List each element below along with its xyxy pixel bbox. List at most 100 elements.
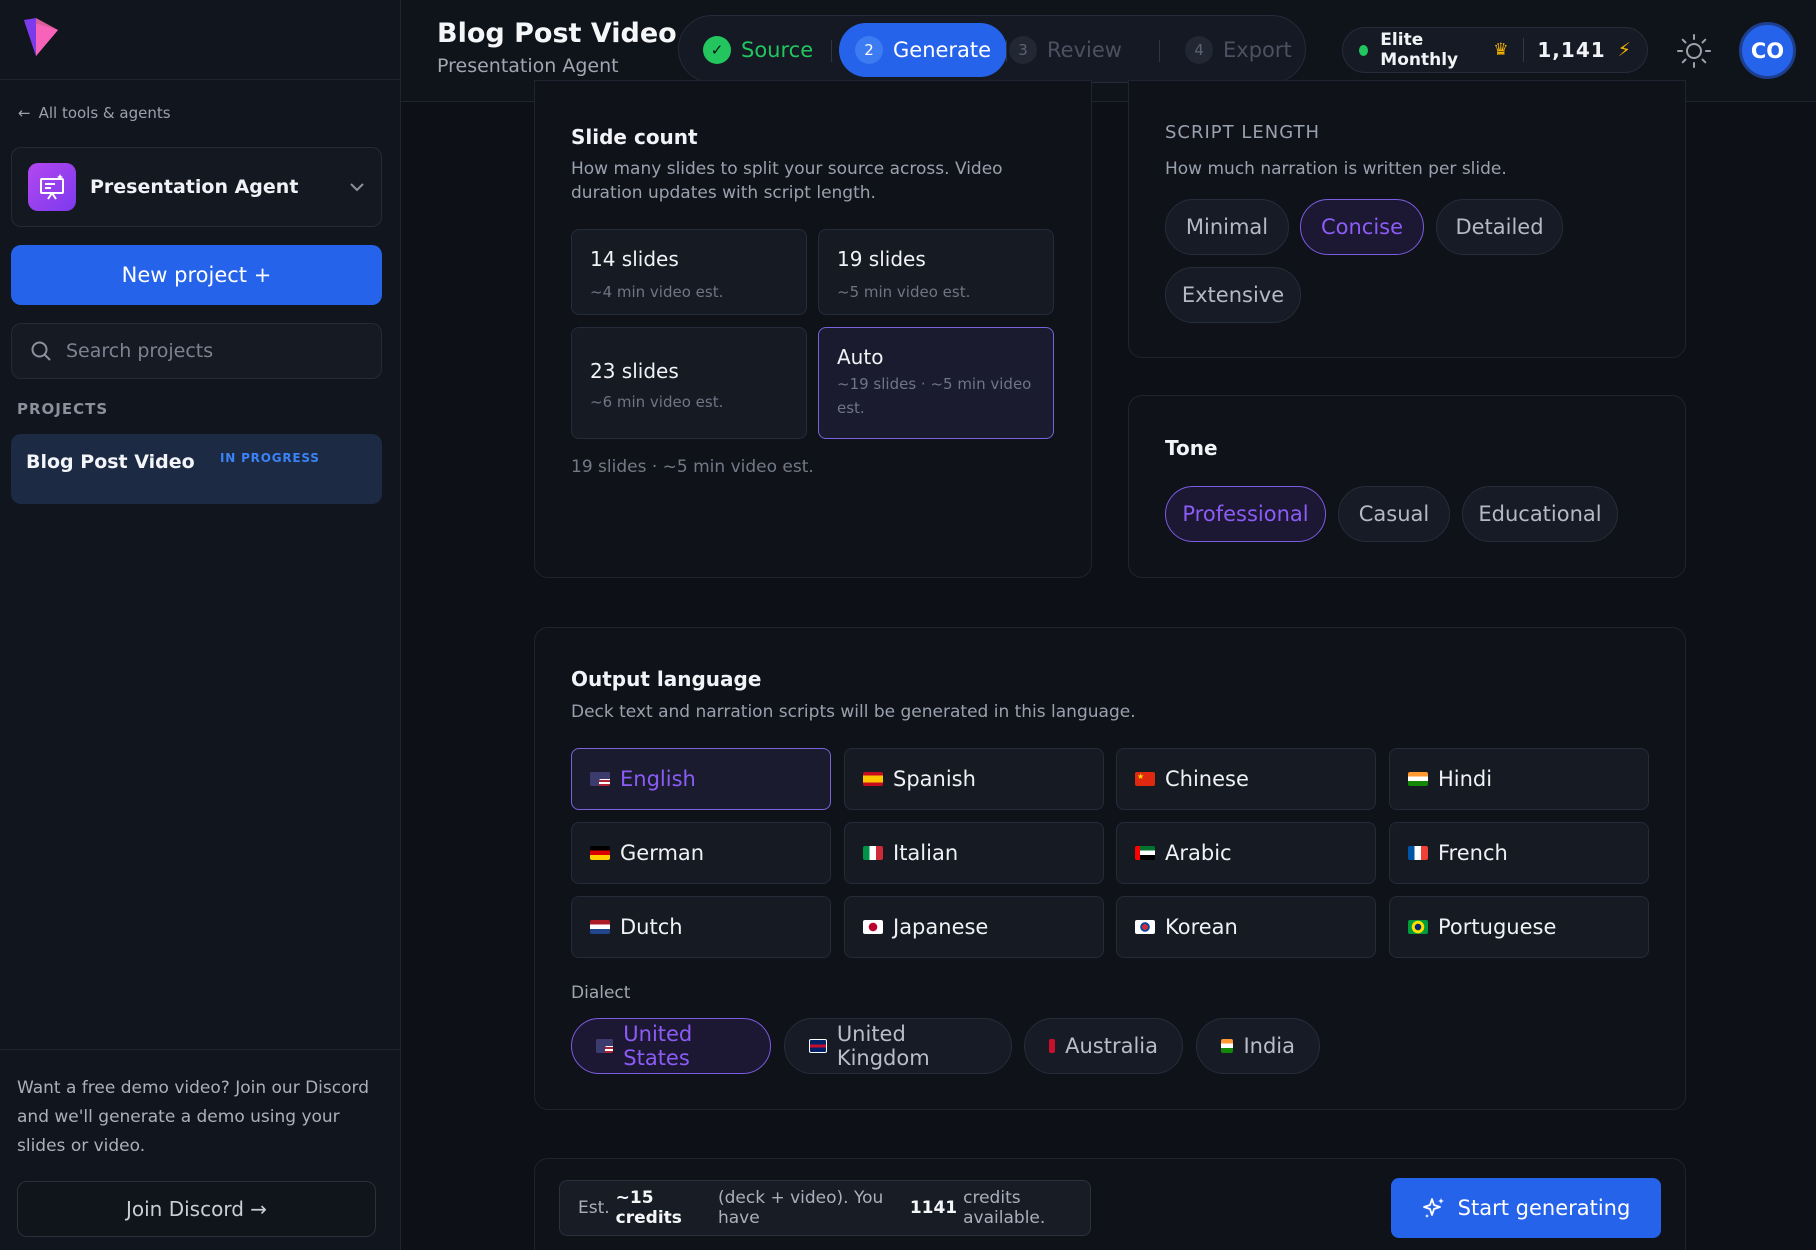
language-label: Hindi [1438,767,1493,791]
chevron-down-icon [350,183,364,192]
step-source[interactable]: ✓ Source [687,23,829,77]
slide-option-auto[interactable]: Auto ~19 slides · ~5 min video est. [818,327,1054,439]
dialect-option-india[interactable]: India [1196,1018,1320,1074]
available-credits: 1141 [909,1198,958,1218]
dialect-option-us[interactable]: United States [571,1018,771,1074]
dialect-label-text: India [1243,1034,1295,1058]
step-review[interactable]: 3 Review [993,23,1138,77]
script-length-desc: How much narration is written per slide. [1165,159,1507,179]
step-export[interactable]: 4 Export [1169,23,1308,77]
slide-count-title: Slide count [571,125,698,149]
dialect-option-australia[interactable]: Australia [1024,1018,1183,1074]
language-option-french[interactable]: French [1389,822,1649,884]
language-label: French [1438,841,1508,865]
italy-flag-icon [863,846,883,860]
slide-option-sub: ~4 min video est. [590,283,724,301]
project-name: Blog Post Video [26,451,195,473]
script-option-extensive[interactable]: Extensive [1165,267,1301,323]
tone-option-professional[interactable]: Professional [1165,486,1326,542]
discord-promo-text: Want a free demo video? Join our Discord… [17,1078,369,1156]
slide-option-title: 23 slides [590,359,679,383]
step-divider [831,40,832,62]
tone-card: Tone Professional Casual Educational [1128,395,1686,578]
slide-option-title: 19 slides [837,247,926,271]
language-label: Spanish [893,767,976,791]
language-label: English [620,767,696,791]
language-option-spanish[interactable]: Spanish [844,748,1104,810]
theme-toggle-sun-icon[interactable] [1676,33,1712,69]
language-option-arabic[interactable]: Arabic [1116,822,1376,884]
germany-flag-icon [590,846,610,860]
page-subtitle: Presentation Agent [437,55,619,77]
back-link[interactable]: ← All tools & agents [18,104,171,122]
new-project-button[interactable]: New project + [11,245,382,305]
presentation-icon [28,163,76,211]
japan-flag-icon [863,920,883,934]
check-icon: ✓ [703,36,731,64]
script-length-title: SCRIPT LENGTH [1165,122,1321,143]
korea-flag-icon [1135,920,1155,934]
output-language-desc: Deck text and narration scripts will be … [571,702,1136,722]
dialect-option-uk[interactable]: United Kingdom [784,1018,1012,1074]
app-logo-icon[interactable] [22,16,62,60]
search-input[interactable] [66,340,346,362]
uk-flag-icon [809,1039,827,1053]
language-option-hindi[interactable]: Hindi [1389,748,1649,810]
estimate-suffix: credits available. [963,1188,1046,1228]
tone-option-educational[interactable]: Educational [1462,486,1618,542]
language-label: Portuguese [1438,915,1557,939]
search-box[interactable] [11,323,382,379]
language-option-japanese[interactable]: Japanese [844,896,1104,958]
script-option-concise[interactable]: Concise [1300,199,1424,255]
language-label: Chinese [1165,767,1249,791]
script-option-detailed[interactable]: Detailed [1436,199,1563,255]
tone-option-casual[interactable]: Casual [1338,486,1450,542]
slide-count-summary: 19 slides · ~5 min video est. [571,457,814,477]
dialect-label: Dialect [571,983,631,1003]
project-item[interactable]: Blog Post Video IN PROGRESS [11,434,382,504]
language-option-chinese[interactable]: ★ Chinese [1116,748,1376,810]
slide-option-sub: ~5 min video est. [837,283,971,301]
agent-selector[interactable]: Presentation Agent [11,147,382,227]
slide-option-19[interactable]: 19 slides ~5 min video est. [818,229,1054,315]
language-option-italian[interactable]: Italian [844,822,1104,884]
language-label: Arabic [1165,841,1232,865]
language-option-dutch[interactable]: Dutch [571,896,831,958]
start-generating-button[interactable]: Start generating [1391,1178,1661,1238]
slide-option-title: Auto [837,345,884,369]
credit-estimate: Est. ~15 credits (deck + video). You hav… [559,1180,1091,1236]
divider [1522,38,1524,62]
estimate-prefix: Est. [578,1198,610,1218]
slide-option-sub: ~19 slides · ~5 min video est. [837,375,1032,417]
join-discord-button[interactable]: Join Discord → [17,1181,376,1237]
uae-flag-icon [1135,846,1155,860]
sparkles-icon [1422,1198,1444,1218]
language-option-english[interactable]: English [571,748,831,810]
language-option-korean[interactable]: Korean [1116,896,1376,958]
projects-heading: PROJECTS [17,400,109,418]
slide-option-23[interactable]: 23 slides ~6 min video est. [571,327,807,439]
slide-option-14[interactable]: 14 slides ~4 min video est. [571,229,807,315]
slide-count-desc: How many slides to split your source acr… [571,159,1003,203]
step-label: Source [741,38,814,62]
china-flag-icon: ★ [1135,772,1155,786]
plan-credits-pill[interactable]: Elite Monthly ♛ 1,141 ⚡ [1342,27,1648,73]
bolt-icon: ⚡ [1617,39,1631,61]
back-link-label: All tools & agents [38,104,171,122]
language-label: German [620,841,705,865]
logo-row [0,0,400,80]
brazil-flag-icon [1408,920,1428,934]
netherlands-flag-icon [590,920,610,934]
language-label: Italian [893,841,959,865]
step-number: 3 [1009,36,1037,64]
india-flag-icon [1221,1039,1234,1053]
output-language-title: Output language [571,667,762,691]
language-option-portuguese[interactable]: Portuguese [1389,896,1649,958]
step-generate[interactable]: 2 Generate [839,23,1008,77]
avatar[interactable]: CO [1739,22,1796,79]
tone-title: Tone [1165,436,1218,460]
language-option-german[interactable]: German [571,822,831,884]
dialect-label-text: United States [623,1022,693,1070]
crown-icon: ♛ [1493,40,1509,60]
script-option-minimal[interactable]: Minimal [1165,199,1289,255]
